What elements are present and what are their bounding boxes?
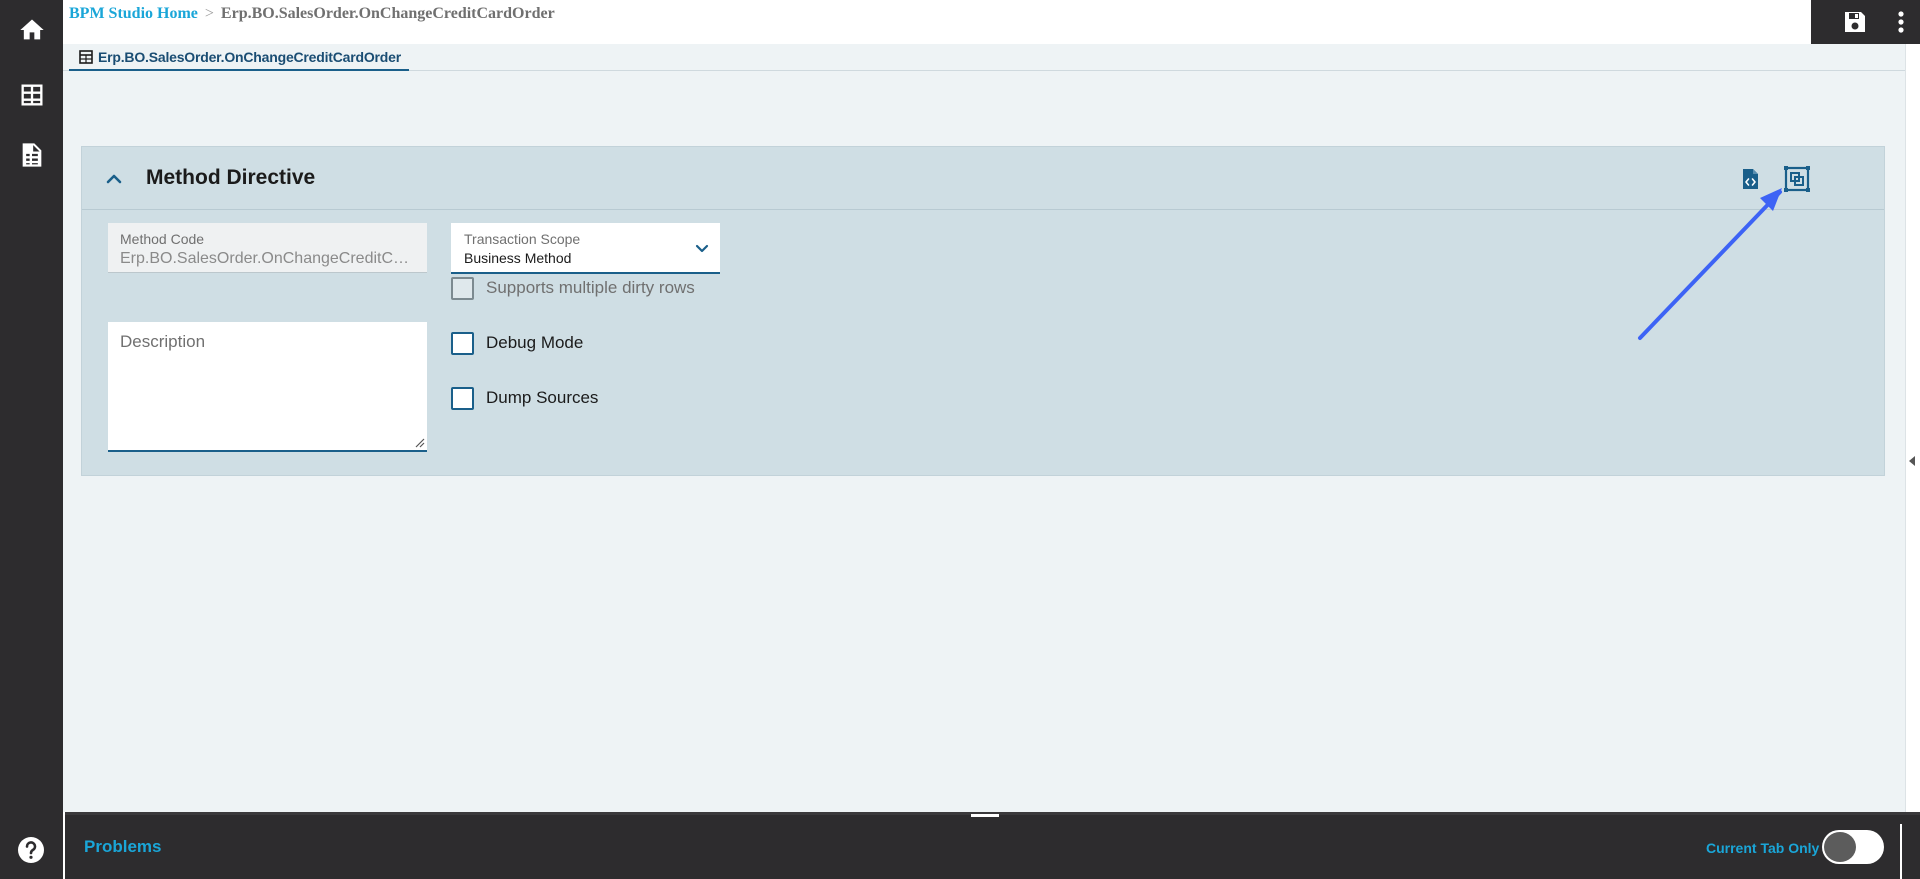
bottom-right-border <box>1900 824 1902 879</box>
top-header: BPM Studio Home > Erp.BO.SalesOrder.OnChan… <box>63 0 1875 44</box>
checkbox-box[interactable] <box>451 276 474 300</box>
help-icon <box>18 837 44 863</box>
home-icon <box>19 19 44 40</box>
transaction-scope-select[interactable]: Transaction Scope Business Method <box>451 223 720 274</box>
problems-bar: Problems Current Tab Only <box>63 812 1920 879</box>
toggle-knob <box>1824 832 1856 862</box>
code-file-icon <box>1743 169 1758 189</box>
panel-title: Method Directive <box>146 166 316 189</box>
chevron-down-icon <box>695 244 709 253</box>
method-code-field: Method Code Erp.BO.SalesOrder.OnChangeCr… <box>108 223 427 273</box>
home-button[interactable] <box>0 2 63 58</box>
header-actions <box>1811 0 1920 44</box>
transaction-scope-value: Business Method <box>464 250 572 266</box>
collapse-chevron-icon <box>106 174 122 184</box>
current-tab-only-label: Current Tab Only <box>1706 840 1820 856</box>
panel-header: Method Directive <box>82 147 1884 210</box>
checkbox-label: Dump Sources <box>486 388 599 407</box>
document-tab-strip: Erp.BO.SalesOrder.OnChangeCreditCardOrde… <box>63 44 1905 71</box>
document-list-icon <box>22 143 41 167</box>
view-code-button[interactable] <box>1737 166 1763 192</box>
method-code-value: Erp.BO.SalesOrder.OnChangeCreditCardOrde… <box>120 250 415 267</box>
left-nav-rail <box>0 0 63 879</box>
checkbox-box[interactable] <box>451 386 474 410</box>
breadcrumb-home-link[interactable]: BPM Studio Home <box>69 5 198 22</box>
grid-button[interactable] <box>0 67 63 123</box>
expand-panel-icon <box>1784 166 1810 192</box>
checkbox-label: Debug Mode <box>486 333 584 352</box>
resize-handle-icon[interactable] <box>414 437 425 448</box>
expand-panel-button[interactable] <box>1783 165 1811 193</box>
debug-mode-checkbox[interactable]: Debug Mode <box>451 330 583 356</box>
table-icon <box>79 49 93 64</box>
tab-label: Erp.BO.SalesOrder.OnChangeCreditCardOrde… <box>98 48 401 65</box>
save-icon <box>1845 12 1865 32</box>
method-directive-panel: Method Directive Method Code Erp.BO.Sale… <box>81 146 1885 476</box>
dump-sources-checkbox[interactable]: Dump Sources <box>451 385 598 411</box>
grid-icon <box>21 84 42 106</box>
checkbox-label: Supports multiple dirty rows <box>486 278 695 297</box>
breadcrumb: BPM Studio Home > Erp.BO.SalesOrder.OnChan… <box>69 5 555 23</box>
collapse-panel-button[interactable] <box>102 167 126 191</box>
supports-multiple-dirty-rows-checkbox[interactable]: Supports multiple dirty rows <box>451 275 695 301</box>
document-list-button[interactable] <box>0 127 63 183</box>
bottom-left-border <box>63 812 65 879</box>
checkbox-box[interactable] <box>451 331 474 355</box>
method-code-label: Method Code <box>120 231 205 247</box>
problems-tab[interactable]: Problems <box>84 837 161 857</box>
transaction-scope-label: Transaction Scope <box>464 231 581 247</box>
right-side-rail <box>1905 44 1920 812</box>
save-button[interactable] <box>1841 8 1869 36</box>
tab-method-directive[interactable]: Erp.BO.SalesOrder.OnChangeCreditCardOrde… <box>69 44 409 71</box>
expand-left-icon[interactable] <box>1909 456 1915 466</box>
breadcrumb-current: Erp.BO.SalesOrder.OnChangeCreditCardOrde… <box>220 5 555 22</box>
description-textarea[interactable]: Description <box>108 322 427 452</box>
current-tab-only-toggle[interactable] <box>1822 830 1884 864</box>
resize-drag-handle[interactable] <box>971 814 999 817</box>
help-button[interactable] <box>15 834 47 866</box>
more-menu-button[interactable] <box>1889 8 1913 36</box>
breadcrumb-separator: > <box>204 5 214 22</box>
description-placeholder: Description <box>120 332 206 351</box>
more-vertical-icon <box>1898 11 1904 33</box>
